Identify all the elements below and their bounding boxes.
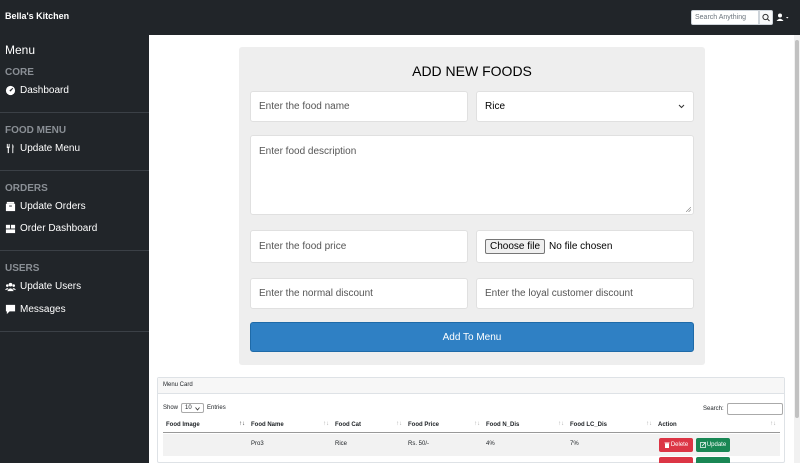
sidebar-item-update-users[interactable]: Update Users [5, 281, 81, 292]
add-to-menu-button[interactable]: Add To Menu [250, 322, 694, 352]
users-icon [5, 282, 16, 292]
sidebar-divider [0, 112, 149, 113]
sidebar-title: Menu [5, 43, 36, 57]
file-status-text: No file chosen [549, 241, 613, 252]
brand-name[interactable]: Bella's Kitchen [5, 11, 69, 21]
sidebar-divider [0, 170, 149, 171]
sidebar-divider [0, 250, 149, 251]
cell-food-n-dis: 4% [486, 441, 495, 447]
entries-label: Entries [207, 405, 226, 411]
food-name-placeholder: Enter the food name [259, 101, 350, 112]
entries-control: Show 10 Entries [163, 403, 226, 413]
sidebar-item-label: Dashboard [20, 85, 69, 96]
table-row: Pro3 Rice Rs. 50/- 4% 7% Delete Update [163, 434, 780, 456]
main-content: ADD NEW FOODS Enter the food name Rice E… [149, 35, 794, 463]
delete-button[interactable]: Delete [659, 438, 693, 452]
show-label: Show [163, 405, 179, 411]
resize-handle-icon[interactable] [686, 207, 691, 212]
column-header-food-n-dis[interactable]: Food N_Dis [486, 422, 519, 428]
normal-discount-input[interactable]: Enter the normal discount [250, 278, 468, 309]
menu-card: Menu Card Show 10 Entries Search: Food I… [157, 377, 785, 463]
sidebar-heading-food-menu: FOOD MENU [5, 125, 67, 136]
top-navbar: Bella's Kitchen Search Anything [0, 0, 800, 35]
sidebar-heading-users: USERS [5, 263, 40, 274]
user-icon [776, 13, 789, 21]
sort-asc-icon[interactable]: ↑↓ [239, 421, 245, 427]
sidebar-item-update-menu[interactable]: Update Menu [5, 143, 80, 154]
food-price-input[interactable]: Enter the food price [250, 230, 468, 263]
column-header-food-cat[interactable]: Food Cat [335, 422, 361, 428]
table-header: Food Image ↑↓ Food Name ↑↓ Food Cat ↑↓ F… [163, 418, 780, 433]
food-description-input[interactable]: Enter food description [250, 135, 694, 215]
sidebar: Menu CORE Dashboard FOOD MENU Update Men… [0, 35, 149, 463]
utensils-icon [6, 143, 14, 154]
sidebar-item-label: Messages [20, 304, 66, 315]
sidebar-item-messages[interactable]: Messages [5, 304, 66, 315]
delete-button[interactable] [659, 457, 693, 463]
dashboard-icon [5, 85, 16, 96]
sort-icon[interactable]: ↑↓ [558, 421, 564, 427]
add-food-form: ADD NEW FOODS Enter the food name Rice E… [239, 47, 705, 365]
message-icon [5, 304, 16, 315]
column-header-food-name[interactable]: Food Name [251, 422, 284, 428]
food-description-placeholder: Enter food description [259, 146, 357, 157]
form-title: ADD NEW FOODS [412, 63, 532, 79]
update-button[interactable]: Update [696, 438, 730, 452]
food-image-file-input[interactable]: Choose file No file chosen [476, 230, 694, 263]
sidebar-item-update-orders[interactable]: Update Orders [5, 201, 86, 212]
delete-label: Delete [670, 442, 689, 448]
table-search-label: Search: [703, 406, 724, 412]
cell-food-price: Rs. 50/- [408, 441, 430, 447]
normal-discount-placeholder: Enter the normal discount [259, 288, 373, 299]
food-category-value: Rice [485, 101, 506, 112]
card-header: Menu Card [158, 378, 784, 394]
sidebar-item-label: Update Orders [20, 201, 86, 212]
boxes-icon [5, 224, 16, 234]
scrollbar-thumb[interactable] [795, 40, 799, 418]
cell-food-cat: Rice [335, 441, 348, 447]
sort-icon[interactable]: ↑↓ [770, 421, 776, 427]
edit-icon [699, 442, 706, 448]
food-price-placeholder: Enter the food price [259, 241, 347, 252]
chevron-down-icon [195, 407, 200, 411]
trash-icon [664, 442, 670, 448]
update-label: Update [706, 442, 727, 448]
search-button[interactable] [759, 10, 773, 25]
search-input[interactable]: Search Anything [691, 10, 759, 25]
sidebar-item-label: Update Menu [20, 143, 81, 154]
choose-file-button[interactable]: Choose file [485, 239, 546, 254]
sidebar-divider [0, 331, 149, 332]
sort-icon[interactable]: ↑↓ [474, 421, 480, 427]
sort-icon[interactable]: ↑↓ [396, 421, 402, 427]
table-search-input[interactable] [726, 403, 783, 415]
box-icon [5, 201, 16, 212]
cell-food-name: Pro3 [251, 441, 264, 447]
entries-select[interactable]: 10 [181, 403, 205, 413]
entries-value: 10 [185, 405, 192, 411]
column-header-food-image[interactable]: Food Image [166, 422, 200, 428]
column-header-action[interactable]: Action [658, 422, 677, 428]
column-header-food-lc-dis[interactable]: Food LC_Dis [570, 422, 607, 428]
search-icon [762, 13, 770, 22]
loyal-discount-placeholder: Enter the loyal customer discount [485, 288, 633, 299]
sidebar-item-label: Order Dashboard [20, 223, 98, 234]
chevron-down-icon [678, 104, 685, 109]
user-menu-button[interactable] [775, 11, 791, 24]
update-button[interactable] [696, 457, 730, 463]
cell-food-lc-dis: 7% [570, 441, 579, 447]
column-header-food-price[interactable]: Food Price [408, 422, 439, 428]
sort-icon[interactable]: ↑↓ [646, 421, 652, 427]
sidebar-heading-core: CORE [5, 67, 34, 78]
food-name-input[interactable]: Enter the food name [250, 91, 468, 122]
sidebar-item-label: Update Users [20, 281, 82, 292]
sidebar-item-order-dashboard[interactable]: Order Dashboard [5, 223, 97, 234]
table-row [163, 457, 780, 463]
sidebar-heading-orders: ORDERS [5, 183, 48, 194]
food-category-select[interactable]: Rice [476, 91, 694, 122]
sidebar-item-dashboard[interactable]: Dashboard [5, 85, 69, 96]
table-search: Search: [703, 403, 783, 415]
loyal-discount-input[interactable]: Enter the loyal customer discount [476, 278, 694, 309]
sort-icon[interactable]: ↑↓ [323, 421, 329, 427]
